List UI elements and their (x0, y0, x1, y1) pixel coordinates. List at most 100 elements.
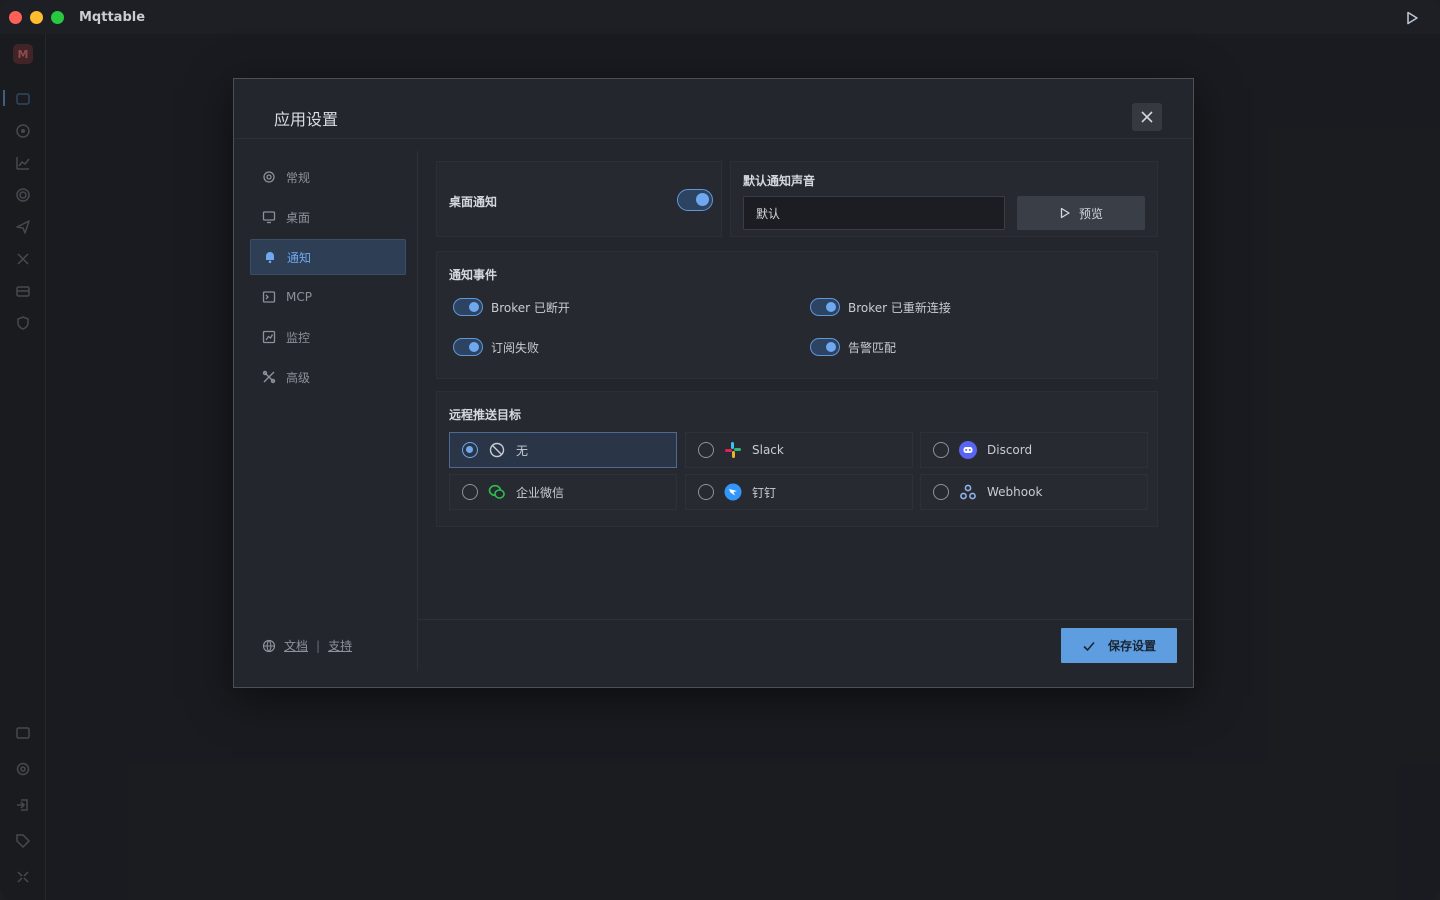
send-icon[interactable] (14, 218, 32, 236)
play-icon (1407, 11, 1418, 25)
event-toggle[interactable] (810, 338, 840, 356)
sidebar-item-monitor[interactable]: 监控 (250, 319, 406, 355)
chart-icon (262, 330, 276, 344)
close-window-button[interactable] (9, 10, 22, 24)
support-link[interactable]: 支持 (328, 637, 352, 654)
notification-events-panel: 通知事件 Broker 已断开 Broker 已重新连接 订阅失败 告警匹配 (436, 251, 1158, 379)
notification-sound-select[interactable]: 默认 (743, 196, 1005, 230)
event-broker-reconnected: Broker 已重新连接 (810, 298, 951, 316)
subscribe-icon[interactable] (14, 122, 32, 140)
sidebar-item-label: 高级 (286, 370, 311, 385)
event-label: Broker 已重新连接 (848, 300, 951, 315)
settings-sidebar: 常规 桌面 通知 MCP 监控 高级 文档 | 支持 (234, 151, 418, 671)
title-bar: Mqttable (0, 0, 1440, 34)
target-label: 企业微信 (516, 485, 565, 500)
target-label: Webhook (987, 485, 1043, 499)
sidebar-item-label: 常规 (286, 170, 311, 185)
sidebar-item-mcp[interactable]: MCP (250, 279, 406, 315)
save-label: 保存设置 (1107, 639, 1156, 653)
event-toggle[interactable] (810, 298, 840, 316)
connections-icon[interactable] (14, 90, 32, 108)
preview-button[interactable]: 预览 (1017, 196, 1145, 230)
sidebar-footer: 文档 | 支持 (262, 637, 352, 654)
check-icon (1083, 641, 1095, 651)
event-label: 订阅失败 (491, 340, 540, 355)
target-discord[interactable]: Discord (920, 432, 1148, 468)
globe-icon (262, 639, 276, 652)
target-radio[interactable] (462, 484, 478, 500)
target-radio[interactable] (933, 484, 949, 500)
sidebar-item-desktop[interactable]: 桌面 (250, 199, 406, 235)
target-label: 无 (516, 443, 529, 458)
dialog-title: 应用设置 (274, 110, 339, 129)
target-dingtalk[interactable]: 钉钉 (685, 474, 913, 510)
event-alert-matched: 告警匹配 (810, 338, 896, 356)
target-wecom[interactable]: 企业微信 (449, 474, 677, 510)
left-rail: M (0, 34, 46, 900)
target-slack[interactable]: Slack (685, 432, 913, 468)
sidebar-item-label: MCP (286, 290, 312, 304)
notification-events-title: 通知事件 (449, 268, 498, 282)
target-none[interactable]: 无 (449, 432, 677, 468)
discord-icon (959, 441, 977, 459)
dingtalk-icon (724, 483, 742, 501)
sidebar-item-label: 桌面 (286, 210, 311, 225)
notification-sound-panel: 默认通知声音 默认 预览 (730, 161, 1158, 237)
database-icon[interactable] (14, 282, 32, 300)
bell-icon (263, 250, 277, 264)
target-webhook[interactable]: Webhook (920, 474, 1148, 510)
event-toggle[interactable] (453, 298, 483, 316)
event-broker-disconnected: Broker 已断开 (453, 298, 570, 316)
sidebar-item-label: 监控 (286, 330, 311, 345)
desktop-notification-panel: 桌面通知 (436, 161, 722, 237)
minimize-window-button[interactable] (30, 10, 43, 24)
collapse-icon[interactable] (14, 868, 32, 886)
export-icon[interactable] (14, 796, 32, 814)
target-label: Discord (987, 443, 1033, 457)
play-icon (1060, 207, 1070, 219)
remote-targets-panel: 远程推送目标 无 Slack Discord 企业微信 钉钉 Webhook (436, 391, 1158, 527)
sidebar-item-advanced[interactable]: 高级 (250, 359, 406, 395)
remote-targets-title: 远程推送目标 (449, 408, 522, 422)
shield-icon[interactable] (14, 314, 32, 332)
event-toggle[interactable] (453, 338, 483, 356)
log-icon[interactable] (14, 724, 32, 742)
close-icon (1141, 111, 1153, 123)
save-settings-button[interactable]: 保存设置 (1061, 628, 1177, 663)
dialog-footer-divider (418, 619, 1193, 620)
settings-icon[interactable] (14, 760, 32, 778)
run-button[interactable] (1400, 6, 1424, 30)
tools-icon (262, 370, 276, 384)
target-radio[interactable] (698, 484, 714, 500)
desktop-notification-label: 桌面通知 (449, 195, 498, 209)
target-label: 钉钉 (752, 485, 777, 500)
tools-icon[interactable] (14, 250, 32, 268)
target-icon[interactable] (14, 186, 32, 204)
preview-label: 预览 (1078, 206, 1103, 221)
desktop-notification-toggle[interactable] (677, 189, 713, 211)
zoom-window-button[interactable] (51, 10, 64, 24)
window-controls (9, 10, 64, 24)
tag-icon[interactable] (14, 832, 32, 850)
target-label: Slack (752, 443, 784, 457)
docs-link[interactable]: 文档 (284, 637, 308, 654)
close-dialog-button[interactable] (1132, 103, 1162, 131)
sidebar-item-notifications[interactable]: 通知 (250, 239, 406, 275)
app-window: Mqttable M 应用设置 常规 桌面 通知 MCP 监控 高级 文档 | … (0, 0, 1440, 900)
wecom-icon (488, 483, 506, 501)
target-radio[interactable] (698, 442, 714, 458)
ban-icon (488, 441, 506, 459)
rail-active-indicator (3, 90, 5, 106)
sidebar-item-general[interactable]: 常规 (250, 159, 406, 195)
webhook-icon (959, 483, 977, 501)
stats-icon[interactable] (14, 154, 32, 172)
monitor-icon (262, 210, 276, 224)
event-label: Broker 已断开 (491, 300, 570, 315)
app-logo-icon: M (13, 44, 33, 64)
app-title: Mqttable (79, 9, 146, 25)
target-radio[interactable] (933, 442, 949, 458)
slack-icon (724, 441, 742, 459)
terminal-icon (262, 290, 276, 304)
target-radio[interactable] (462, 442, 478, 458)
settings-dialog: 应用设置 常规 桌面 通知 MCP 监控 高级 文档 | 支持 桌面通知 默认通… (233, 78, 1194, 688)
